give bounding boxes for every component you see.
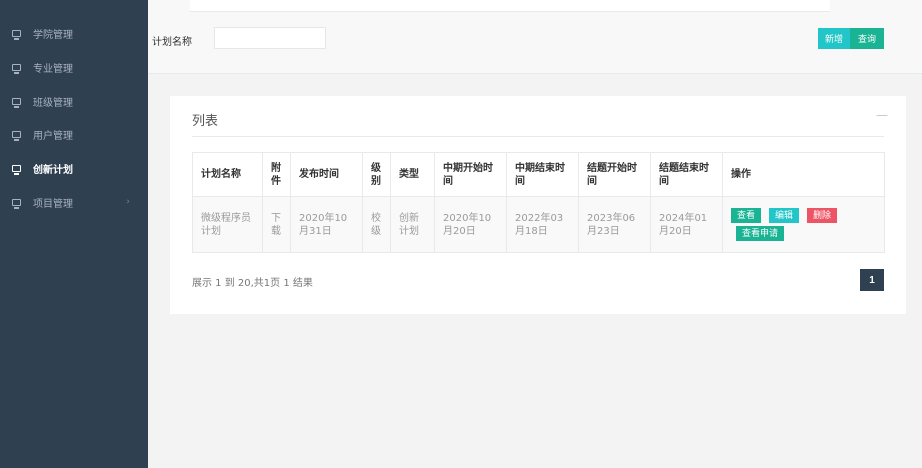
sidebar: 学院管理 专业管理 班级管理 用户管理 创新计划 项目管理 › [0,0,148,468]
column-header: 操作 [722,152,885,197]
sidebar-item-class[interactable]: 班级管理 [0,86,148,116]
cell-actions: 查看 编辑 删除 查看申请 [722,196,885,253]
sidebar-item-major[interactable]: 专业管理 [0,52,148,82]
column-header: 结题结束时间 [650,152,723,197]
pagination-info: 展示 1 到 20,共1页 1 结果 [192,278,313,289]
sidebar-item-label: 项目管理 [33,198,73,210]
list-panel: 列表 — 计划名称 附件 发布时间 级别 类型 中期开始时间 中期结束时间 结题… [170,96,906,314]
cell-publish-time: 2020年10月31日 [290,196,363,253]
delete-button[interactable]: 删除 [807,208,838,223]
column-header: 附件 [262,152,291,197]
column-header: 发布时间 [290,152,363,197]
chevron-right-icon: › [126,197,130,207]
sidebar-item-label: 创新计划 [33,164,73,176]
sidebar-item-user[interactable]: 用户管理 [0,119,148,149]
plan-name-label: 计划名称 [152,37,192,48]
divider [192,136,884,137]
view-application-button[interactable]: 查看申请 [736,226,785,241]
monitor-icon [12,130,21,141]
panel-title: 列表 [192,114,219,129]
column-header: 中期结束时间 [506,152,579,197]
sidebar-item-project[interactable]: 项目管理 › [0,187,148,217]
monitor-icon [12,164,21,175]
top-strip [190,0,830,12]
sidebar-item-label: 班级管理 [33,97,73,109]
cell-plan-name: 微级程序员计划 [192,196,263,253]
page-button-1[interactable]: 1 [860,269,884,291]
cell-final-end: 2024年01月20日 [650,196,723,253]
sidebar-item-innovation-plan[interactable]: 创新计划 [0,153,148,183]
monitor-icon [12,97,21,108]
monitor-icon [12,198,21,209]
column-header: 计划名称 [192,152,263,197]
column-header: 类型 [390,152,435,197]
column-header: 中期开始时间 [434,152,507,197]
table-row: 微级程序员计划 下载 2020年10月31日 校级 创新计划 2020年10月2… [192,196,885,253]
table-header-row: 计划名称 附件 发布时间 级别 类型 中期开始时间 中期结束时间 结题开始时间 … [192,152,885,197]
plan-table: 计划名称 附件 发布时间 级别 类型 中期开始时间 中期结束时间 结题开始时间 … [192,152,885,253]
search-bar: 计划名称 新增 查询 [148,0,922,74]
cell-type: 创新计划 [390,196,435,253]
cell-attachment-link[interactable]: 下载 [262,196,291,253]
collapse-icon[interactable]: — [876,108,888,122]
cell-final-start: 2023年06月23日 [578,196,651,253]
column-header: 级别 [362,152,391,197]
sidebar-item-college[interactable]: 学院管理 [0,18,148,48]
sidebar-item-label: 用户管理 [33,130,73,142]
monitor-icon [12,63,21,74]
cell-level: 校级 [362,196,391,253]
query-button[interactable]: 查询 [850,28,884,49]
sidebar-item-label: 专业管理 [33,63,73,75]
view-button[interactable]: 查看 [731,208,762,223]
edit-button[interactable]: 编辑 [769,208,800,223]
plan-name-input[interactable] [214,27,326,49]
monitor-icon [12,29,21,40]
sidebar-item-label: 学院管理 [33,29,73,41]
cell-mid-end: 2022年03月18日 [506,196,579,253]
add-button[interactable]: 新增 [818,28,850,49]
column-header: 结题开始时间 [578,152,651,197]
cell-mid-start: 2020年10月20日 [434,196,507,253]
